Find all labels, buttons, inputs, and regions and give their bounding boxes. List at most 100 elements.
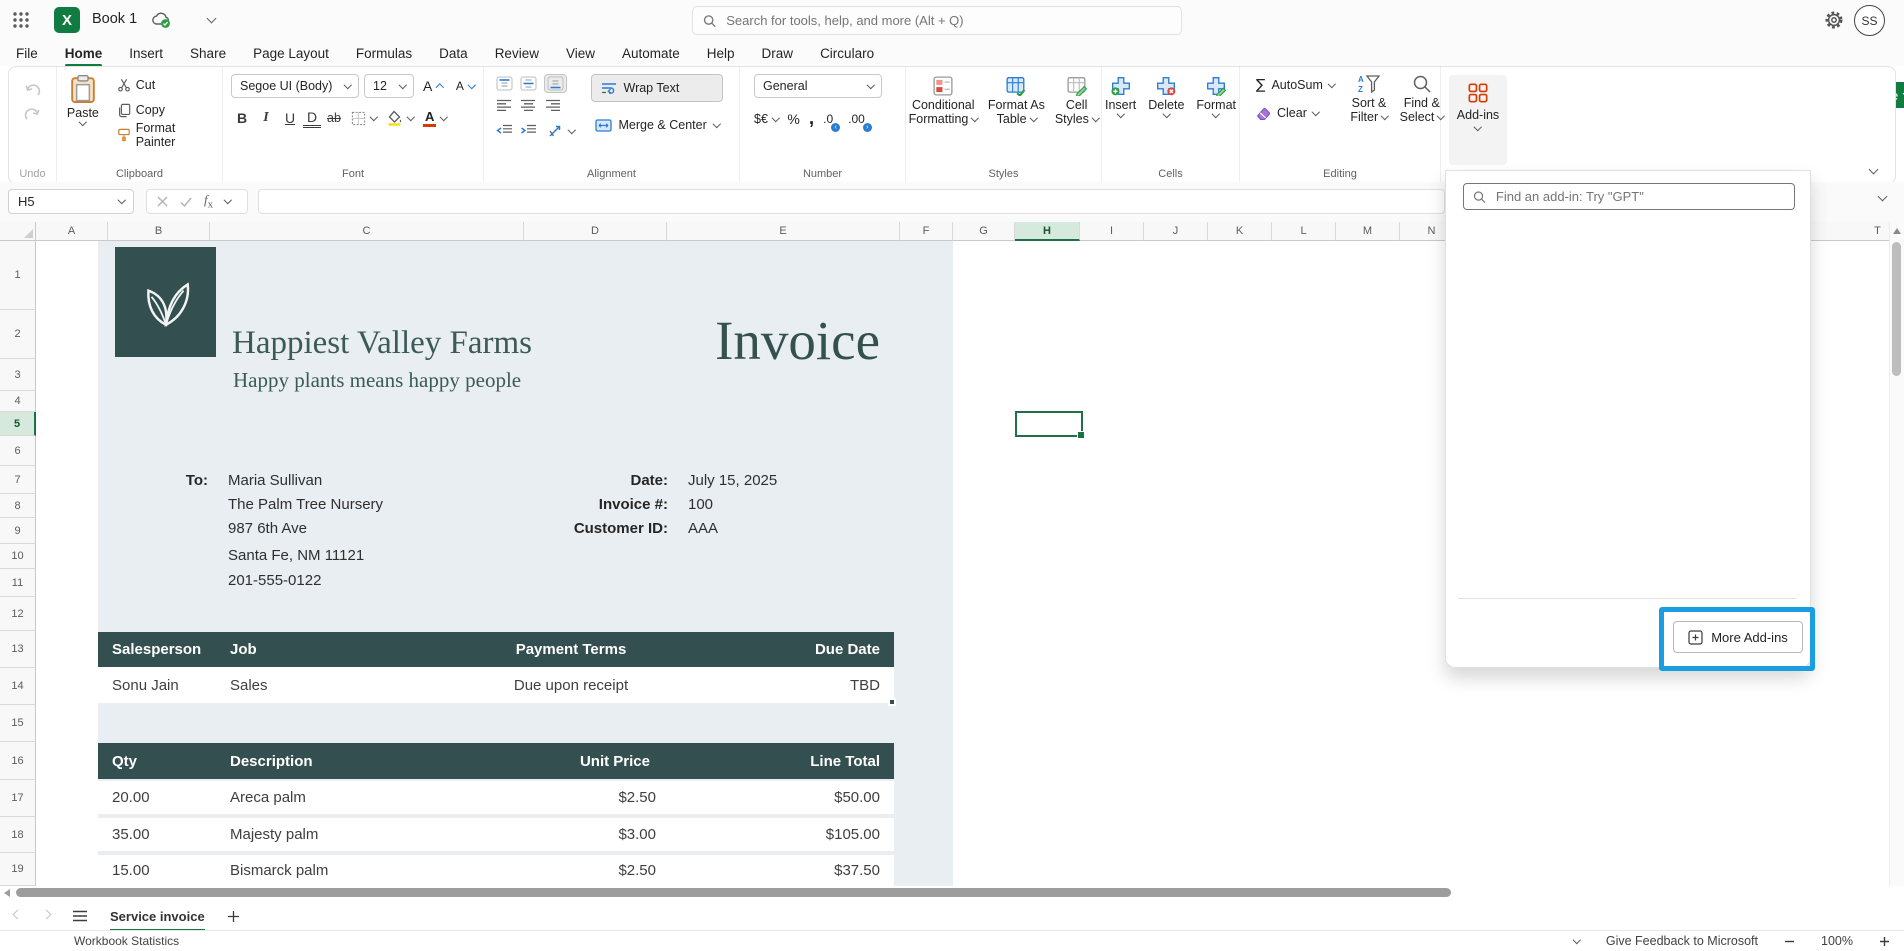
formula-input[interactable] <box>259 190 1448 215</box>
vertical-scrollbar[interactable] <box>1889 222 1904 886</box>
decrease-decimal-button[interactable]: .0‹ <box>823 108 833 130</box>
row-header-11[interactable]: 11 <box>0 569 36 597</box>
select-all-corner[interactable] <box>0 222 36 241</box>
accounting-format-button[interactable]: $€ <box>754 108 778 130</box>
qty-cell[interactable]: 20.00 <box>98 789 216 806</box>
wrap-text-button[interactable]: Wrap Text <box>591 74 724 102</box>
feedback-link[interactable]: Give Feedback to Microsoft <box>1606 934 1758 948</box>
zoom-level[interactable]: 100% <box>1821 934 1853 948</box>
addins-search-box[interactable] <box>1463 183 1795 210</box>
app-launcher-icon[interactable] <box>12 11 30 29</box>
percent-style-button[interactable]: % <box>787 111 799 127</box>
format-painter-button[interactable]: Format Painter <box>113 124 222 146</box>
align-left-button[interactable] <box>496 99 513 114</box>
comma-style-button[interactable]: , <box>809 114 814 124</box>
align-center-button[interactable] <box>520 99 537 114</box>
row-header-2[interactable]: 2 <box>0 310 36 359</box>
font-color-button[interactable]: A <box>419 107 451 129</box>
prev-sheet-chevron-icon[interactable] <box>13 910 23 920</box>
name-box[interactable]: H5 <box>8 189 134 214</box>
menu-file[interactable]: File <box>16 46 38 61</box>
next-sheet-chevron-icon[interactable] <box>42 910 52 920</box>
borders-button[interactable] <box>347 107 381 129</box>
expand-formula-bar-chevron-icon[interactable] <box>1878 192 1888 202</box>
line-total-cell[interactable]: $105.00 <box>676 826 894 843</box>
redo-icon[interactable] <box>24 108 41 122</box>
description-header[interactable]: Description <box>216 753 466 770</box>
menu-review[interactable]: Review <box>495 46 539 61</box>
date-value[interactable]: July 15, 2025 <box>688 472 777 489</box>
line-total-cell[interactable]: $37.50 <box>676 862 894 879</box>
payment-terms-cell[interactable]: Due upon receipt <box>466 677 676 694</box>
unit-price-header[interactable]: Unit Price <box>466 753 676 770</box>
line-total-cell[interactable]: $50.00 <box>676 789 894 806</box>
due-date-cell[interactable]: TBD <box>676 677 894 694</box>
column-header-k[interactable]: K <box>1208 222 1272 241</box>
align-right-button[interactable] <box>544 99 561 114</box>
menu-data[interactable]: Data <box>439 46 468 61</box>
company-tagline[interactable]: Happy plants means happy people <box>233 368 521 393</box>
double-underline-button[interactable]: D <box>303 109 321 128</box>
row-header-5-selected[interactable]: 5 <box>0 412 36 436</box>
scroll-left-arrow[interactable] <box>4 889 10 897</box>
row-header-17[interactable]: 17 <box>0 780 36 817</box>
row-header-3[interactable]: 3 <box>0 359 36 391</box>
column-header-g[interactable]: G <box>953 222 1015 241</box>
menu-insert[interactable]: Insert <box>129 46 163 61</box>
merge-center-button[interactable]: Merge & Center <box>591 114 724 136</box>
table-resize-handle[interactable] <box>888 698 896 706</box>
vertical-scroll-thumb[interactable] <box>1892 242 1901 376</box>
strikethrough-button[interactable]: ab <box>323 111 345 125</box>
job-cell[interactable]: Sales <box>216 677 466 694</box>
orientation-button[interactable] <box>544 120 579 142</box>
autosum-button[interactable]: ∑ AutoSum <box>1252 74 1338 96</box>
underline-button[interactable]: U <box>279 110 301 126</box>
row-header-12[interactable]: 12 <box>0 597 36 631</box>
find-select-button[interactable]: Find & Select <box>1400 74 1444 124</box>
qty-cell[interactable]: 35.00 <box>98 826 216 843</box>
align-middle-button[interactable] <box>520 76 537 91</box>
bold-button[interactable]: B <box>231 110 253 126</box>
recipient-city[interactable]: Santa Fe, NM 11121 <box>228 547 364 564</box>
add-sheet-icon[interactable] <box>227 910 240 923</box>
menu-page-layout[interactable]: Page Layout <box>253 46 329 61</box>
menu-draw[interactable]: Draw <box>762 46 794 61</box>
fill-color-button[interactable] <box>383 107 418 129</box>
recipient-phone[interactable]: 201-555-0122 <box>228 572 321 589</box>
selected-cell-h5[interactable] <box>1015 411 1083 437</box>
column-header-i[interactable]: I <box>1080 222 1144 241</box>
company-name[interactable]: Happiest Valley Farms <box>232 325 532 362</box>
customer-id-label[interactable]: Customer ID: <box>398 520 668 537</box>
row-header-9[interactable]: 9 <box>0 518 36 544</box>
font-size-select[interactable]: 12 <box>364 74 414 98</box>
menu-share[interactable]: Share <box>190 46 226 61</box>
align-bottom-button[interactable] <box>544 74 567 93</box>
grow-font-button[interactable]: A <box>419 75 447 97</box>
row-header-7[interactable]: 7 <box>0 466 36 494</box>
italic-button[interactable]: I <box>255 110 277 126</box>
qty-cell[interactable]: 15.00 <box>98 862 216 879</box>
cut-button[interactable]: Cut <box>113 74 222 96</box>
invoice-number-value[interactable]: 100 <box>688 496 713 513</box>
cancel-icon[interactable] <box>157 196 168 207</box>
delete-cells-button[interactable]: Delete <box>1148 76 1184 117</box>
column-header-c[interactable]: C <box>210 222 524 241</box>
row-header-4[interactable]: 4 <box>0 391 36 412</box>
column-header-e[interactable]: E <box>667 222 900 241</box>
customer-id-value[interactable]: AAA <box>688 520 718 537</box>
recipient-address[interactable]: 987 6th Ave <box>228 520 307 537</box>
invoice-title[interactable]: Invoice <box>715 309 880 372</box>
paste-button[interactable]: Paste <box>57 74 109 125</box>
shrink-font-button[interactable]: A <box>452 75 479 97</box>
more-addins-button[interactable]: More Add-ins <box>1673 621 1803 653</box>
recipient-name[interactable]: Maria Sullivan <box>228 472 322 489</box>
number-format-select[interactable]: General <box>754 74 882 98</box>
cloud-saved-icon[interactable] <box>150 10 172 30</box>
search-input[interactable] <box>724 12 1171 29</box>
sheet-tab-service-invoice[interactable]: Service invoice <box>110 909 205 932</box>
to-label[interactable]: To: <box>158 472 208 489</box>
undo-icon[interactable] <box>24 84 41 98</box>
unit-price-cell[interactable]: $2.50 <box>466 862 676 879</box>
sort-filter-button[interactable]: A Z Sort & Filter <box>1350 74 1387 124</box>
salesperson-header[interactable]: Salesperson <box>98 641 216 658</box>
